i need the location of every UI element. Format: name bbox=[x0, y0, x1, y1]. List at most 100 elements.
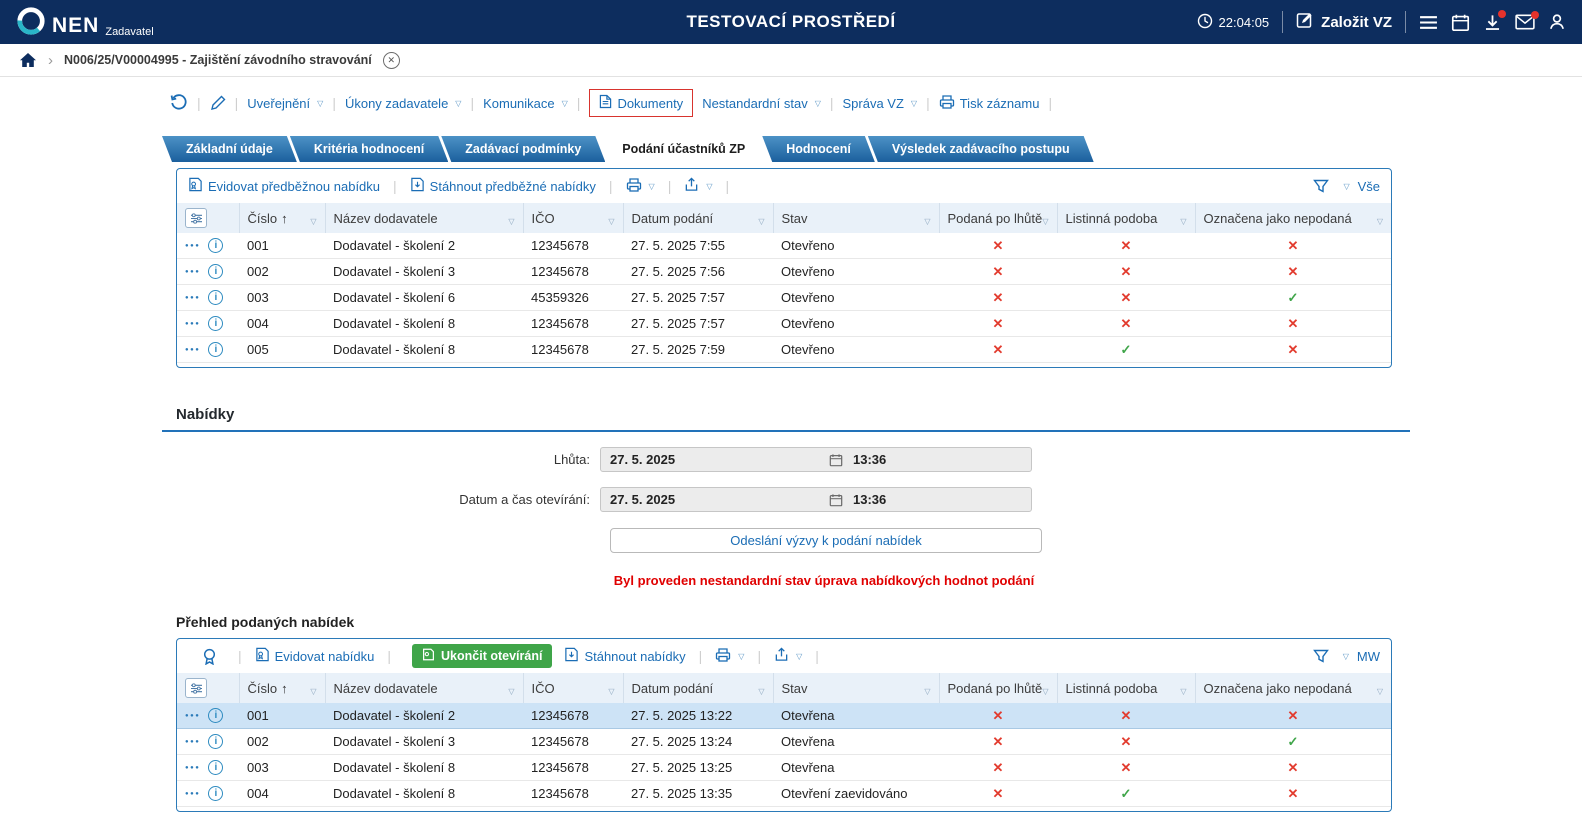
row-actions-icon[interactable]: ●●● bbox=[185, 321, 200, 327]
close-icon[interactable]: ✕ bbox=[383, 52, 400, 69]
export-table-button[interactable]: ▽ bbox=[774, 647, 802, 665]
lhuta-datetime-field[interactable]: 27. 5. 2025 13:36 bbox=[600, 447, 1032, 472]
info-icon[interactable]: i bbox=[208, 786, 223, 801]
view-selector[interactable]: MW bbox=[1357, 649, 1380, 664]
lhuta-date-value[interactable]: 27. 5. 2025 bbox=[601, 452, 829, 467]
row-actions-icon[interactable]: ●●● bbox=[185, 791, 200, 797]
nen-logo[interactable]: NEN Zadavatel bbox=[16, 6, 154, 39]
toolbar-dokumenty[interactable]: Dokumenty bbox=[589, 89, 693, 117]
filter-caret-icon[interactable]: ▽ bbox=[1042, 217, 1048, 226]
col-ico[interactable]: IČO▽ bbox=[523, 203, 623, 233]
history-icon[interactable] bbox=[170, 94, 188, 112]
hamburger-menu-icon[interactable] bbox=[1419, 15, 1438, 30]
col-stav[interactable]: Stav▽ bbox=[773, 203, 939, 233]
create-vz-button[interactable]: Založit VZ bbox=[1296, 11, 1392, 33]
otevirani-time-value[interactable]: 13:36 bbox=[843, 492, 886, 507]
otevirani-date-value[interactable]: 27. 5. 2025 bbox=[601, 492, 829, 507]
row-actions-icon[interactable]: ●●● bbox=[185, 243, 200, 249]
toolbar-ukony-zadavatele[interactable]: Úkony zadavatele▽ bbox=[345, 96, 462, 111]
tab-zakladni-udaje[interactable]: Základní údaje bbox=[162, 136, 297, 162]
tab-podani-ucastniku-zp[interactable]: Podání účastníků ZP bbox=[598, 136, 769, 162]
table-row[interactable]: ●●● i 005 Dodavatel - školení 8 12345678… bbox=[177, 337, 1391, 363]
row-actions-icon[interactable]: ●●● bbox=[185, 765, 200, 771]
export-table-button[interactable]: ▽ bbox=[684, 177, 712, 195]
column-settings-icon[interactable] bbox=[185, 678, 207, 698]
col-podana-po-lhute[interactable]: Podaná po lhůtě▽ bbox=[939, 203, 1057, 233]
table-row[interactable]: ●●● i 004 Dodavatel - školení 8 12345678… bbox=[177, 781, 1391, 807]
filter-caret-icon[interactable]: ▽ bbox=[1042, 687, 1048, 696]
user-icon[interactable] bbox=[1548, 13, 1566, 31]
info-icon[interactable]: i bbox=[208, 760, 223, 775]
tab-zadavaci-podminky[interactable]: Zadávací podmínky bbox=[441, 136, 605, 162]
filter-icon[interactable] bbox=[1313, 649, 1329, 663]
row-actions-icon[interactable]: ●●● bbox=[185, 739, 200, 745]
view-selector[interactable]: Vše bbox=[1358, 179, 1380, 194]
filter-caret-icon[interactable]: ▽ bbox=[758, 217, 764, 226]
col-cislo[interactable]: Číslo↑▽ bbox=[239, 203, 325, 233]
filter-caret-icon[interactable]: ▽ bbox=[508, 217, 514, 226]
table-row[interactable]: ●●● i 002 Dodavatel - školení 3 12345678… bbox=[177, 729, 1391, 755]
col-oznacena-jako-nepodana[interactable]: Označena jako nepodaná▽ bbox=[1195, 673, 1391, 703]
toolbar-uverejneni[interactable]: Uveřejnění▽ bbox=[247, 96, 323, 111]
toolbar-nestandardni-stav[interactable]: Nestandardní stav▽ bbox=[702, 96, 821, 111]
filter-caret-icon[interactable]: ▽ bbox=[1180, 217, 1186, 226]
tab-vysledek-zadavaciho-postupu[interactable]: Výsledek zadávacího postupu bbox=[868, 136, 1094, 162]
filter-caret-icon[interactable]: ▽ bbox=[608, 687, 614, 696]
toolbar-komunikace[interactable]: Komunikace▽ bbox=[483, 96, 568, 111]
filter-caret-icon[interactable]: ▽ bbox=[608, 217, 614, 226]
info-icon[interactable]: i bbox=[208, 290, 223, 305]
info-icon[interactable]: i bbox=[208, 316, 223, 331]
filter-caret-icon[interactable]: ▽ bbox=[758, 687, 764, 696]
table-row[interactable]: ●●● i 002 Dodavatel - školení 3 12345678… bbox=[177, 259, 1391, 285]
info-icon[interactable]: i bbox=[208, 238, 223, 253]
col-stav[interactable]: Stav▽ bbox=[773, 673, 939, 703]
col-datum-podani[interactable]: Datum podání▽ bbox=[623, 673, 773, 703]
row-actions-icon[interactable]: ●●● bbox=[185, 269, 200, 275]
table-row[interactable]: ●●● i 001 Dodavatel - školení 2 12345678… bbox=[177, 233, 1391, 259]
table-row[interactable]: ●●● i 003 Dodavatel - školení 8 12345678… bbox=[177, 755, 1391, 781]
odeslani-vyzvy-button[interactable]: Odeslání výzvy k podání nabídek bbox=[610, 528, 1042, 553]
tab-hodnoceni[interactable]: Hodnocení bbox=[762, 136, 875, 162]
chevron-down-icon[interactable]: ▽ bbox=[1343, 182, 1349, 191]
filter-caret-icon[interactable]: ▽ bbox=[1377, 217, 1383, 226]
breadcrumb-current[interactable]: N006/25/V00004995 - Zajištění závodního … bbox=[64, 53, 372, 67]
col-nazev-dodavatele[interactable]: Název dodavatele▽ bbox=[325, 673, 523, 703]
calendar-icon[interactable] bbox=[1451, 13, 1470, 32]
filter-icon[interactable] bbox=[1313, 179, 1329, 193]
seal-icon[interactable] bbox=[202, 648, 217, 665]
row-actions-icon[interactable]: ●●● bbox=[185, 713, 200, 719]
table-row[interactable]: ●●● i 004 Dodavatel - školení 8 12345678… bbox=[177, 311, 1391, 337]
toolbar-sprava-vz[interactable]: Správa VZ▽ bbox=[843, 96, 918, 111]
col-listinna-podoba[interactable]: Listinná podoba▽ bbox=[1057, 673, 1195, 703]
info-icon[interactable]: i bbox=[208, 342, 223, 357]
tab-kriteria-hodnoceni[interactable]: Kritéria hodnocení bbox=[290, 136, 448, 162]
evidovat-predbeznou-nabidku-button[interactable]: Evidovat předběžnou nabídku bbox=[188, 177, 380, 195]
lhuta-time-value[interactable]: 13:36 bbox=[843, 452, 886, 467]
filter-caret-icon[interactable]: ▽ bbox=[310, 217, 316, 226]
table-row[interactable]: ●●● i 001 Dodavatel - školení 2 12345678… bbox=[177, 703, 1391, 729]
mail-icon[interactable] bbox=[1515, 14, 1535, 30]
calendar-icon[interactable] bbox=[829, 493, 843, 507]
home-icon[interactable] bbox=[19, 52, 37, 68]
info-icon[interactable]: i bbox=[208, 734, 223, 749]
row-actions-icon[interactable]: ●●● bbox=[185, 347, 200, 353]
filter-caret-icon[interactable]: ▽ bbox=[1180, 687, 1186, 696]
otevirani-datetime-field[interactable]: 27. 5. 2025 13:36 bbox=[600, 487, 1032, 512]
col-ico[interactable]: IČO▽ bbox=[523, 673, 623, 703]
pencil-icon[interactable] bbox=[210, 95, 226, 111]
print-table-button[interactable]: ▽ bbox=[626, 177, 655, 196]
downloads-icon[interactable] bbox=[1483, 13, 1502, 32]
table-row[interactable]: ●●● i 003 Dodavatel - školení 6 45359326… bbox=[177, 285, 1391, 311]
calendar-icon[interactable] bbox=[829, 453, 843, 467]
column-settings-icon[interactable] bbox=[185, 208, 207, 228]
info-icon[interactable]: i bbox=[208, 264, 223, 279]
col-listinna-podoba[interactable]: Listinná podoba▽ bbox=[1057, 203, 1195, 233]
stahnout-predbezne-nabidky-button[interactable]: Stáhnout předběžné nabídky bbox=[410, 177, 596, 195]
col-oznacena-jako-nepodana[interactable]: Označena jako nepodaná▽ bbox=[1195, 203, 1391, 233]
filter-caret-icon[interactable]: ▽ bbox=[310, 687, 316, 696]
col-podana-po-lhute[interactable]: Podaná po lhůtě▽ bbox=[939, 673, 1057, 703]
ukoncit-otevirani-button[interactable]: Ukončit otevírání bbox=[412, 644, 552, 668]
row-actions-icon[interactable]: ●●● bbox=[185, 295, 200, 301]
col-cislo[interactable]: Číslo↑▽ bbox=[239, 673, 325, 703]
filter-caret-icon[interactable]: ▽ bbox=[924, 687, 930, 696]
